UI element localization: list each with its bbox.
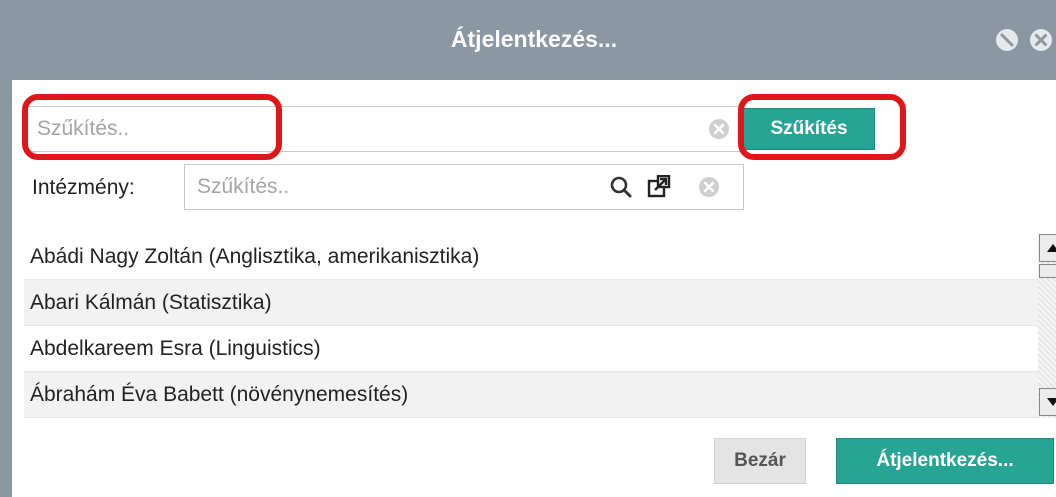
dialog-titlebar: Átjelentkezés... — [0, 0, 1056, 80]
close-icon[interactable] — [1030, 29, 1052, 51]
dialog: Átjelentkezés... Szűkítés Intézmény: Abá… — [0, 0, 1056, 497]
close-button[interactable]: Bezár — [714, 438, 806, 484]
scroll-thumb[interactable] — [1039, 264, 1056, 278]
filter-button[interactable]: Szűkítés — [743, 108, 875, 150]
search-icon[interactable] — [609, 175, 633, 199]
scroll-up-icon[interactable] — [1039, 234, 1056, 262]
person-list: Abádi Nagy Zoltán (Anglisztika, amerikan… — [24, 234, 1038, 418]
list-item[interactable]: Ábrahám Éva Babett (növénynemesítés) — [24, 372, 1038, 418]
institution-clear-icon[interactable] — [699, 177, 719, 197]
external-link-icon[interactable] — [647, 174, 671, 199]
list-item[interactable]: Abari Kálmán (Statisztika) — [24, 280, 1038, 326]
dialog-title: Átjelentkezés... — [450, 26, 618, 52]
list-scrollbar[interactable] — [1038, 234, 1056, 418]
search-input[interactable] — [25, 107, 741, 151]
search-field — [24, 106, 742, 152]
list-item[interactable]: Abádi Nagy Zoltán (Anglisztika, amerikan… — [24, 234, 1038, 280]
transfer-button[interactable]: Átjelentkezés... — [836, 438, 1054, 484]
scroll-down-icon[interactable] — [1039, 388, 1056, 416]
list-item[interactable]: Abdelkareem Esra (Linguistics) — [24, 326, 1038, 372]
institution-field — [184, 164, 744, 210]
institution-label: Intézmény: — [32, 176, 135, 199]
search-clear-icon[interactable] — [709, 119, 729, 139]
restore-icon[interactable] — [996, 29, 1018, 51]
